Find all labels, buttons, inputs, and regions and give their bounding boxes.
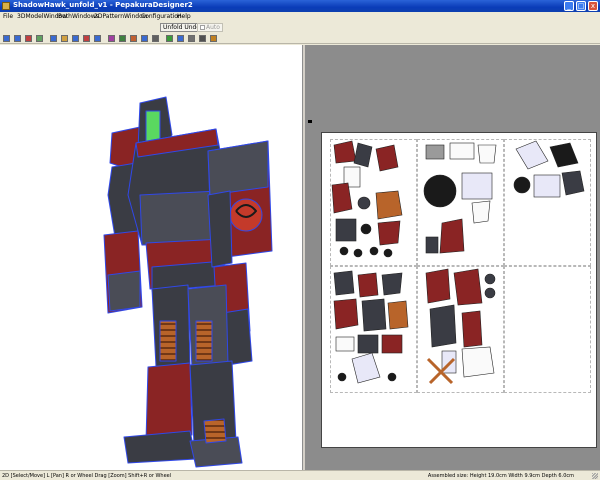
scroll-marker <box>308 120 312 123</box>
unfold-toolbar: Unfold Undo Auto <box>0 22 600 33</box>
status-assembled-size: Assembled size: Height 19.0cm Width 9.9c… <box>427 473 574 479</box>
menu-2d-pattern-window[interactable]: 2DPatternWindow <box>94 13 148 20</box>
fit-icon[interactable] <box>14 35 21 42</box>
model-3d-view[interactable] <box>0 45 303 470</box>
checkbox-icon <box>200 25 205 30</box>
view-icon[interactable] <box>72 35 79 42</box>
app-icon <box>2 2 10 10</box>
arrange-icon[interactable] <box>119 35 126 42</box>
join-icon[interactable] <box>94 35 101 42</box>
settings-icon[interactable] <box>210 35 217 42</box>
texture-icon[interactable] <box>61 35 68 42</box>
auto-label: Auto <box>206 24 220 31</box>
pattern-2d-view[interactable] <box>305 45 600 470</box>
robot-model <box>103 96 273 468</box>
camera-icon[interactable] <box>188 35 195 42</box>
menu-help[interactable]: Help <box>177 13 191 20</box>
resize-grip-icon[interactable] <box>592 473 598 479</box>
text-icon[interactable] <box>152 35 159 42</box>
cut-icon[interactable] <box>108 35 115 42</box>
grid-icon[interactable] <box>177 35 184 42</box>
close-button[interactable]: x <box>588 1 598 11</box>
unfold-icon[interactable] <box>83 35 90 42</box>
print-icon[interactable] <box>199 35 206 42</box>
unfolded-parts <box>331 140 585 385</box>
minimize-button[interactable]: _ <box>564 1 574 11</box>
status-mode-text: 2D [Select/Move] L [Pan] R or Wheel Drag… <box>2 473 172 479</box>
menu-configuration[interactable]: Configuration <box>141 13 182 20</box>
pattern-sheet <box>321 132 597 448</box>
edit-icon[interactable] <box>25 35 32 42</box>
maximize-button[interactable]: □ <box>576 1 586 11</box>
window-title: ShadowHawk_unfold_v1 - PepakuraDesigner2 <box>13 1 193 9</box>
menu-both-windows[interactable]: BothWindows <box>58 13 99 20</box>
title-bar[interactable]: ShadowHawk_unfold_v1 - PepakuraDesigner2… <box>0 0 600 12</box>
flap-icon[interactable] <box>141 35 148 42</box>
fold-icon[interactable] <box>130 35 137 42</box>
auto-checkbox[interactable]: Auto <box>197 23 223 32</box>
menu-file[interactable]: File <box>3 13 13 20</box>
select-icon[interactable] <box>3 35 10 42</box>
tool-toolbar <box>0 33 600 44</box>
menu-bar: File 3DModelWindow BothWindows 2DPattern… <box>0 12 600 22</box>
paint-icon[interactable] <box>36 35 43 42</box>
rotate-icon[interactable] <box>50 35 57 42</box>
image-icon[interactable] <box>166 35 173 42</box>
status-bar: 2D [Select/Move] L [Pan] R or Wheel Drag… <box>0 470 600 480</box>
